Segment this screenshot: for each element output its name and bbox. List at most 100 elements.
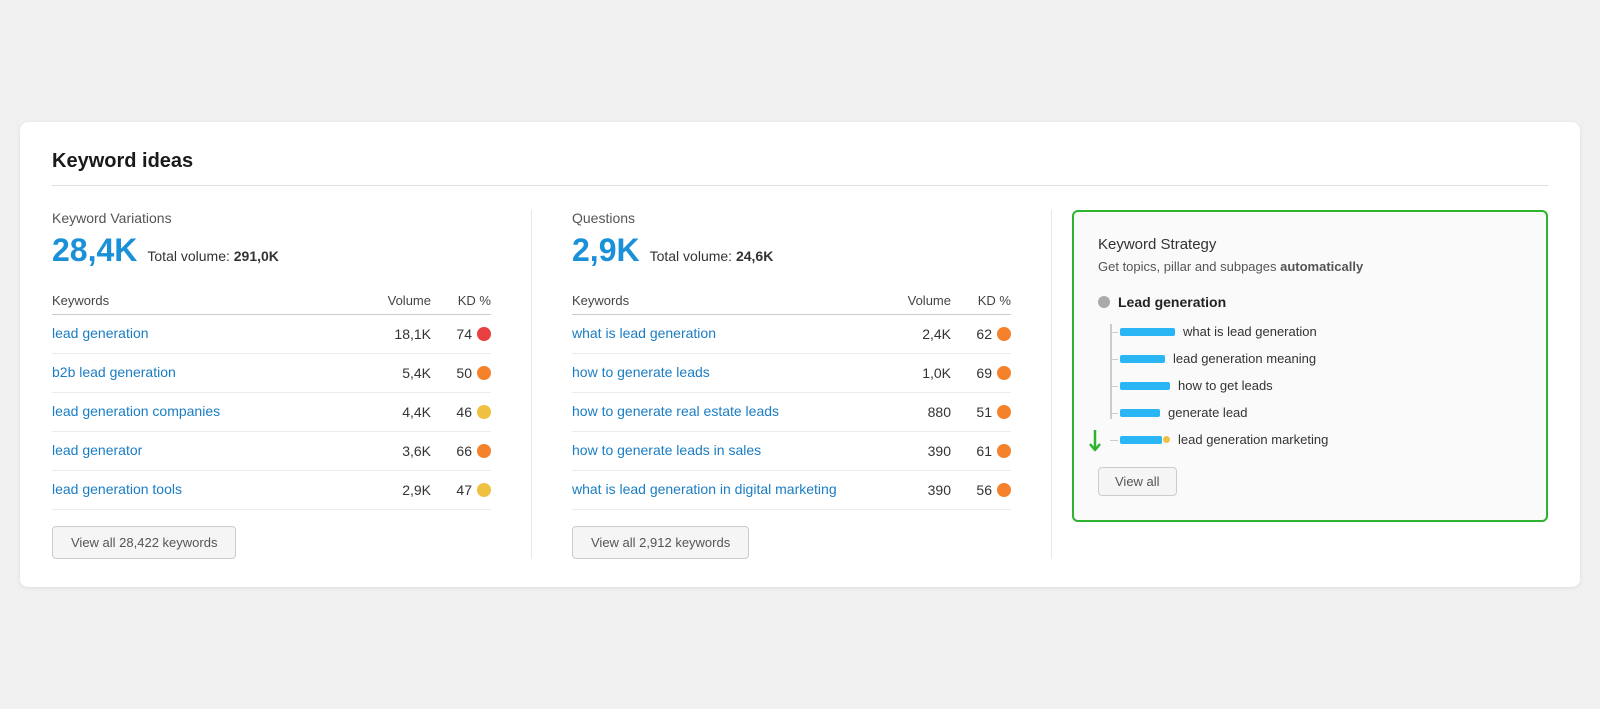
- table-row: b2b lead generation 5,4K 50: [52, 354, 491, 393]
- strategy-subtitle: Get topics, pillar and subpages automati…: [1098, 259, 1522, 274]
- questions-col-kd: KD %: [951, 293, 1011, 308]
- subtopic-label: how to get leads: [1178, 378, 1273, 393]
- topic-dot-icon: [1098, 296, 1110, 308]
- keyword-link[interactable]: lead generation: [52, 325, 149, 341]
- keyword-cell: how to generate real estate leads: [572, 403, 881, 421]
- kd-dot-icon: [997, 444, 1011, 458]
- volume-cell: 18,1K: [361, 326, 431, 342]
- kd-dot-icon: [477, 366, 491, 380]
- variations-total: Total volume: 291,0K: [147, 248, 279, 264]
- strategy-topic-row: Lead generation: [1098, 294, 1522, 310]
- subtopic-row: lead generation meaning: [1120, 351, 1522, 366]
- keyword-cell: what is lead generation: [572, 325, 881, 343]
- questions-view-all-button[interactable]: View all 2,912 keywords: [572, 526, 749, 559]
- page-title: Keyword ideas: [52, 150, 1548, 186]
- volume-cell: 1,0K: [881, 365, 951, 381]
- kd-dot-icon: [997, 405, 1011, 419]
- kd-cell: 56: [951, 482, 1011, 498]
- table-row: lead generation companies 4,4K 46: [52, 393, 491, 432]
- keyword-link[interactable]: how to generate leads in sales: [572, 442, 761, 458]
- kd-cell: 51: [951, 404, 1011, 420]
- main-card: Keyword ideas Keyword Variations 28,4K T…: [20, 122, 1580, 587]
- kd-dot-icon: [997, 483, 1011, 497]
- keyword-link[interactable]: b2b lead generation: [52, 364, 176, 380]
- keyword-bar: [1120, 382, 1170, 390]
- bar-dot-icon: [1163, 436, 1170, 443]
- keyword-link[interactable]: what is lead generation in digital marke…: [572, 481, 837, 497]
- columns-container: Keyword Variations 28,4K Total volume: 2…: [52, 210, 1548, 559]
- variations-col-keywords: Keywords: [52, 293, 361, 308]
- variations-table-header: Keywords Volume KD %: [52, 293, 491, 315]
- volume-cell: 2,9K: [361, 482, 431, 498]
- volume-cell: 2,4K: [881, 326, 951, 342]
- strategy-topic-label: Lead generation: [1118, 294, 1226, 310]
- subtopic-row: lead generation marketing: [1120, 432, 1522, 447]
- volume-cell: 390: [881, 443, 951, 459]
- questions-column: Questions 2,9K Total volume: 24,6K Keywo…: [532, 210, 1052, 559]
- kd-cell: 66: [431, 443, 491, 459]
- table-row: lead generation 18,1K 74: [52, 315, 491, 354]
- bar-container: [1120, 328, 1175, 336]
- kd-dot-icon: [997, 366, 1011, 380]
- table-row: how to generate leads 1,0K 69: [572, 354, 1011, 393]
- variations-label: Keyword Variations: [52, 210, 491, 226]
- volume-cell: 390: [881, 482, 951, 498]
- kd-cell: 62: [951, 326, 1011, 342]
- strategy-title: Keyword Strategy: [1098, 236, 1522, 253]
- kd-cell: 47: [431, 482, 491, 498]
- bar-container: [1120, 382, 1170, 390]
- keyword-bar: [1120, 355, 1165, 363]
- questions-count: 2,9K: [572, 232, 640, 269]
- keyword-bar: [1120, 328, 1175, 336]
- keyword-link[interactable]: lead generation tools: [52, 481, 182, 497]
- volume-cell: 880: [881, 404, 951, 420]
- kd-cell: 50: [431, 365, 491, 381]
- kd-dot-icon: [477, 444, 491, 458]
- variations-col-volume: Volume: [361, 293, 431, 308]
- keyword-cell: lead generation companies: [52, 403, 361, 421]
- questions-count-row: 2,9K Total volume: 24,6K: [572, 232, 1011, 269]
- questions-table-body: what is lead generation 2,4K 62 how to g…: [572, 315, 1011, 510]
- table-row: what is lead generation in digital marke…: [572, 471, 1011, 510]
- variations-column: Keyword Variations 28,4K Total volume: 2…: [52, 210, 532, 559]
- kd-cell: 61: [951, 443, 1011, 459]
- volume-cell: 3,6K: [361, 443, 431, 459]
- subtopic-label: lead generation marketing: [1178, 432, 1328, 447]
- questions-table-header: Keywords Volume KD %: [572, 293, 1011, 315]
- volume-cell: 4,4K: [361, 404, 431, 420]
- variations-col-kd: KD %: [431, 293, 491, 308]
- subtopic-row: what is lead generation: [1120, 324, 1522, 339]
- questions-total: Total volume: 24,6K: [650, 248, 774, 264]
- table-row: how to generate leads in sales 390 61: [572, 432, 1011, 471]
- keyword-cell: lead generation: [52, 325, 361, 343]
- subtopic-label: generate lead: [1168, 405, 1248, 420]
- bar-container: [1120, 355, 1165, 363]
- keyword-link[interactable]: lead generation companies: [52, 403, 220, 419]
- table-row: how to generate real estate leads 880 51: [572, 393, 1011, 432]
- questions-col-keywords: Keywords: [572, 293, 881, 308]
- keyword-link[interactable]: how to generate real estate leads: [572, 403, 779, 419]
- volume-cell: 5,4K: [361, 365, 431, 381]
- keyword-link[interactable]: lead generator: [52, 442, 142, 458]
- kd-dot-icon: [477, 327, 491, 341]
- kd-cell: 46: [431, 404, 491, 420]
- questions-col-volume: Volume: [881, 293, 951, 308]
- keyword-cell: lead generation tools: [52, 481, 361, 499]
- keyword-cell: what is lead generation in digital marke…: [572, 481, 881, 499]
- strategy-subtopics: what is lead generation lead generation …: [1120, 324, 1522, 447]
- kd-dot-icon: [477, 405, 491, 419]
- keyword-link[interactable]: what is lead generation: [572, 325, 716, 341]
- subtopic-label: lead generation meaning: [1173, 351, 1316, 366]
- variations-count-row: 28,4K Total volume: 291,0K: [52, 232, 491, 269]
- variations-count: 28,4K: [52, 232, 137, 269]
- keyword-bar: [1120, 436, 1162, 444]
- variations-view-all-button[interactable]: View all 28,422 keywords: [52, 526, 236, 559]
- keyword-cell: how to generate leads in sales: [572, 442, 881, 460]
- keyword-cell: how to generate leads: [572, 364, 881, 382]
- subtopic-row: generate lead: [1120, 405, 1522, 420]
- table-row: what is lead generation 2,4K 62: [572, 315, 1011, 354]
- green-arrow-icon: [1084, 428, 1106, 458]
- strategy-view-all-button[interactable]: View all: [1098, 467, 1177, 496]
- keyword-link[interactable]: how to generate leads: [572, 364, 710, 380]
- kd-cell: 69: [951, 365, 1011, 381]
